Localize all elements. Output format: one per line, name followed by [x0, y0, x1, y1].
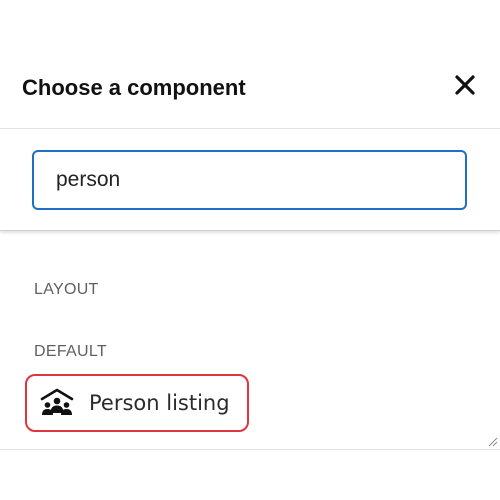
- divider: [0, 449, 500, 450]
- dialog-title: Choose a component: [22, 75, 246, 100]
- close-button[interactable]: [452, 72, 478, 98]
- component-chooser-dialog: Choose a component LAYOUT DEFAULT Person…: [0, 0, 500, 500]
- close-icon: [455, 75, 475, 95]
- dialog-header: Choose a component: [0, 60, 500, 129]
- search-panel: [0, 129, 500, 231]
- person-listing-icon: [40, 388, 74, 415]
- resize-handle-icon[interactable]: [487, 436, 498, 447]
- group-label-layout: LAYOUT: [34, 281, 99, 298]
- search-input[interactable]: [32, 150, 467, 210]
- result-item-person-listing[interactable]: Person listing: [25, 374, 249, 432]
- result-item-label: Person listing: [89, 391, 230, 415]
- group-label-default: DEFAULT: [34, 343, 107, 360]
